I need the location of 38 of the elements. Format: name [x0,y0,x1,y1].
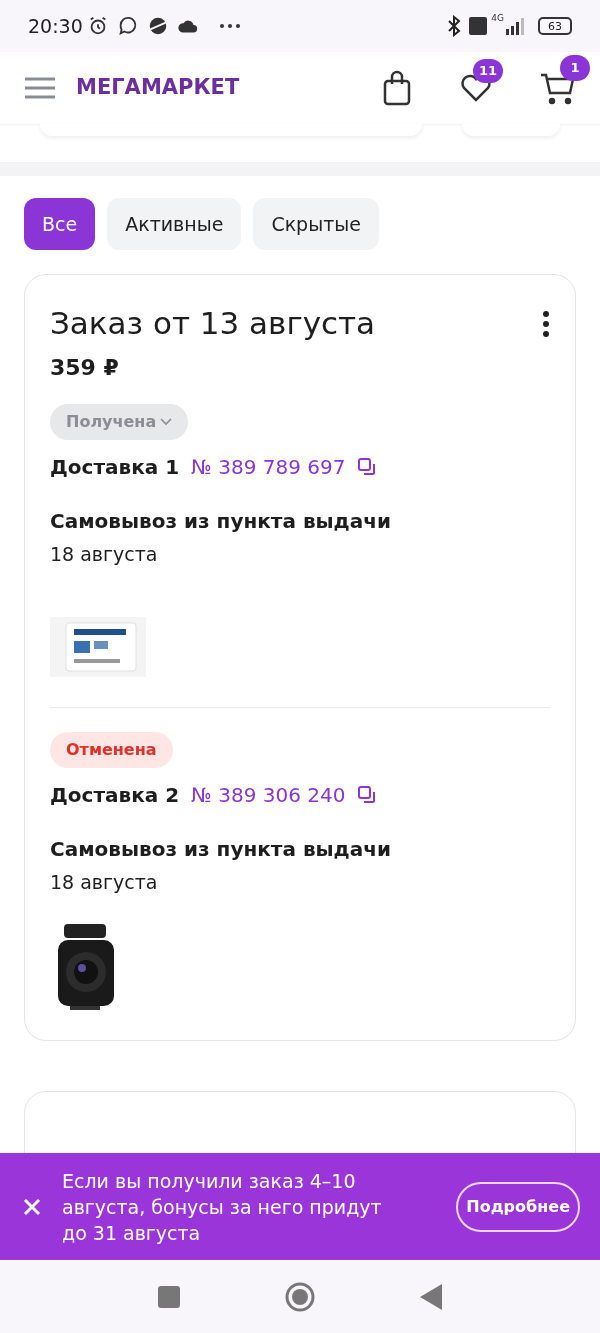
more-options-icon[interactable] [542,311,550,337]
clock-time: 20:30 [28,13,83,39]
battery-indicator: 63 [538,17,572,35]
chevron-down-icon [160,418,173,426]
home-icon[interactable] [285,1281,315,1312]
cart-icon[interactable] [540,71,576,105]
back-icon[interactable] [420,1283,442,1310]
delivery-method: Самовывоз из пункта выдачи [50,508,392,535]
banner-text: Если вы получили заказ 4–10 августа, бонусы за него придут до 31 августа [62,1168,383,1246]
filter-tab[interactable]: Скрытые [253,198,379,250]
status-badge: Отменена [50,731,173,768]
shopping-bag-icon[interactable] [382,70,412,106]
order-total: 359 ₽ [50,354,120,382]
filter-tab[interactable]: Все [24,198,96,250]
cloud-icon [176,18,199,34]
bluetooth-icon [447,15,462,37]
favorites-count-badge: 11 [473,59,503,83]
delivery-number[interactable]: № 389 789 697 [191,452,346,482]
delivery-number[interactable]: № 389 306 240 [191,779,346,810]
copy-icon[interactable] [357,785,376,804]
copy-icon[interactable] [357,458,376,476]
delivery-title: Доставка 1 [50,454,180,481]
delivery-method: Самовывоз из пункта выдачи [50,835,392,863]
close-icon[interactable] [22,1196,42,1217]
filter-tab[interactable]: Активные [107,198,242,250]
signal-icon [504,17,526,35]
delivery-date: 18 августа [50,542,159,567]
order-title: Заказ от 13 августа [50,304,376,343]
delivery-date: 18 августа [50,869,159,895]
more-details-button[interactable]: Подробнее [456,1181,580,1232]
delivery-title: Доставка 2 [50,781,180,809]
network-type: 4G [491,12,504,25]
cart-count-badge: 1 [560,55,590,81]
recent-apps-icon[interactable] [158,1285,180,1308]
more-icon [218,23,241,29]
phone-chat-icon [116,15,139,37]
menu-icon[interactable] [24,77,56,99]
logo[interactable]: МЕГАМАРКЕТ [76,72,240,104]
